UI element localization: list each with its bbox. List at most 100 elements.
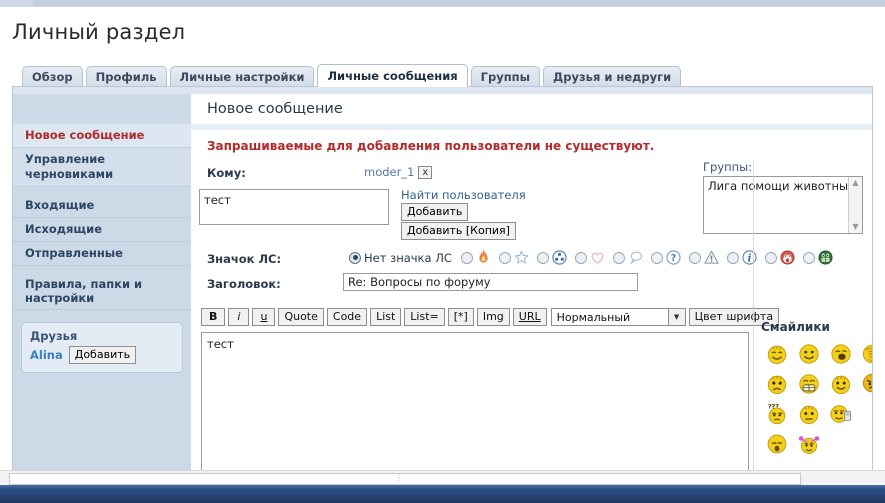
smiley-neutral-brows-icon[interactable] <box>798 403 820 425</box>
tab-friends-foes[interactable]: Друзья и недруги <box>543 66 682 86</box>
top-strip-inner <box>33 0 885 6</box>
tab-private-messages[interactable]: Личные сообщения <box>317 64 468 87</box>
smilies-grid: ??? <box>761 339 873 459</box>
smilies-title: Смайлики <box>761 320 830 334</box>
groups-label: Группы: <box>703 160 753 174</box>
pm-icon-radio-sad-face[interactable] <box>764 251 777 264</box>
scrollbar-thumb[interactable] <box>9 473 801 485</box>
smiley-happy-icon[interactable] <box>798 343 820 365</box>
groups-listbox[interactable]: Лига помощи животным ▲ ▼ <box>703 176 863 234</box>
pm-icon-radio-question[interactable] <box>650 251 663 264</box>
scroll-down-arrow-icon[interactable]: ▼ <box>849 221 862 233</box>
frame-top-band <box>13 87 872 94</box>
tab-personal-settings[interactable]: Личные настройки <box>169 66 315 86</box>
list-button[interactable]: List <box>370 308 402 326</box>
sidebar-item-new-message[interactable]: Новое сообщение <box>13 124 191 148</box>
pm-icon-radio-speech-bubble[interactable] <box>612 251 625 264</box>
friend-link-alina[interactable]: Alina <box>30 348 63 362</box>
radiation-icon[interactable] <box>552 250 567 265</box>
groups-option[interactable]: Лига помощи животным <box>704 177 862 195</box>
pm-icon-radio-none[interactable] <box>349 251 361 264</box>
italic-button[interactable]: i <box>228 308 250 326</box>
chevron-down-icon[interactable]: ▼ <box>667 309 685 325</box>
tab-bar: Обзор Профиль Личные настройки Личные со… <box>22 64 682 87</box>
message-input[interactable]: тест <box>201 332 749 481</box>
pm-icon-radio-info[interactable] <box>726 251 739 264</box>
speech-bubble-icon[interactable] <box>628 250 643 265</box>
subject-label: Заголовок: <box>207 277 281 291</box>
flame-icon[interactable] <box>476 250 491 265</box>
heart-icon[interactable] <box>590 250 605 265</box>
heading-band <box>191 124 872 130</box>
bold-button[interactable]: B <box>201 308 226 326</box>
content-frame: Новое сообщение Управление черновиками В… <box>12 86 873 482</box>
pm-icon-label: Значок ЛС: <box>207 252 282 266</box>
underline-button[interactable]: u <box>252 308 276 326</box>
friends-box: Друзья Alina Добавить <box>21 322 183 373</box>
sidebar-item-drafts[interactable]: Управление черновиками <box>13 148 191 187</box>
to-input[interactable]: тест <box>199 189 389 225</box>
pm-icon-radio-radiation[interactable] <box>536 251 549 264</box>
tab-overview[interactable]: Обзор <box>22 66 83 86</box>
scroll-up-arrow-icon[interactable]: ▲ <box>849 177 862 189</box>
smiley-sleepy-icon[interactable] <box>766 433 788 455</box>
pm-icon-radio-grin-face[interactable] <box>802 251 815 264</box>
smiley-big-grin-icon[interactable] <box>798 373 820 395</box>
tab-profile[interactable]: Профиль <box>85 66 167 86</box>
groups-scrollbar[interactable]: ▲ ▼ <box>848 177 862 233</box>
compose-form: Кому: moder_1 x тест Найти пользователя … <box>191 160 872 481</box>
quote-button[interactable]: Quote <box>278 308 324 326</box>
find-user-link[interactable]: Найти пользователя <box>401 188 526 202</box>
smiley-angry-fist-icon[interactable] <box>862 373 873 395</box>
smiley-confused-icon[interactable]: ??? <box>766 403 788 425</box>
friend-add-button[interactable]: Добавить <box>68 346 137 364</box>
ordered-list-button[interactable]: List= <box>404 308 445 326</box>
remove-recipient-button[interactable]: x <box>418 165 433 179</box>
sidebar-spacer <box>13 94 191 124</box>
smiley-flower-girl-icon[interactable] <box>798 433 820 455</box>
page-title: Личный раздел <box>12 20 186 44</box>
image-button[interactable]: Img <box>476 308 510 326</box>
sad-face-icon[interactable] <box>780 250 795 265</box>
warning-triangle-icon[interactable] <box>704 250 719 265</box>
sidebar-item-rules-folders-settings[interactable]: Правила, папки и настройки <box>13 273 191 310</box>
screen: Личный раздел Обзор Профиль Личные настр… <box>0 0 885 503</box>
error-message: Запрашиваемые для добавления пользовател… <box>207 139 655 153</box>
grin-face-icon[interactable] <box>818 250 833 265</box>
pm-icon-radio-heart[interactable] <box>574 251 587 264</box>
sidebar-item-outbox[interactable]: Исходящие <box>13 218 191 242</box>
font-size-select[interactable]: Нормальный ▼ <box>550 308 686 326</box>
smiley-facepalm-icon[interactable] <box>862 343 873 365</box>
smiley-shout-icon[interactable] <box>830 343 852 365</box>
list-item-button[interactable]: [*] <box>447 308 474 326</box>
smilies-divider <box>753 160 754 481</box>
top-strip <box>0 0 885 7</box>
star-icon[interactable] <box>514 250 529 265</box>
smiley-wink-happy-icon[interactable] <box>766 343 788 365</box>
smiley-smile-brows-icon[interactable] <box>830 373 852 395</box>
friends-title: Друзья <box>30 329 78 343</box>
smiley-talking-phone-icon[interactable] <box>830 403 852 425</box>
tab-groups[interactable]: Группы <box>470 66 541 86</box>
main-heading: Новое сообщение <box>191 94 872 124</box>
question-mark-icon[interactable]: ? <box>666 250 681 265</box>
sidebar-item-sent[interactable]: Отправленные <box>13 242 191 266</box>
pm-icon-radio-star[interactable] <box>498 251 511 264</box>
subject-input[interactable] <box>343 273 638 291</box>
svg-text:i: i <box>748 253 752 264</box>
font-size-value: Нормальный <box>556 310 631 324</box>
horizontal-scrollbar[interactable]: ⋮ <box>0 470 885 485</box>
sidebar-item-inbox[interactable]: Входящие <box>13 194 191 218</box>
scrollbar-grip-icon: ⋮ <box>395 473 403 482</box>
code-button[interactable]: Code <box>326 308 368 326</box>
info-icon[interactable]: i <box>742 250 757 265</box>
taskbar <box>0 485 885 503</box>
add-recipient-button[interactable]: Добавить <box>401 203 469 221</box>
pm-icon-radio-warning[interactable] <box>688 251 701 264</box>
smilies-panel: Смайлики ??? <box>761 320 873 459</box>
pm-icon-radio-flame[interactable] <box>460 251 473 264</box>
groups-panel: Группы: Лига помощи животным ▲ ▼ <box>703 160 863 234</box>
smiley-sad-brows-icon[interactable] <box>766 373 788 395</box>
url-button[interactable]: URL <box>512 308 547 326</box>
add-recipient-copy-button[interactable]: Добавить [Копия] <box>401 222 516 240</box>
